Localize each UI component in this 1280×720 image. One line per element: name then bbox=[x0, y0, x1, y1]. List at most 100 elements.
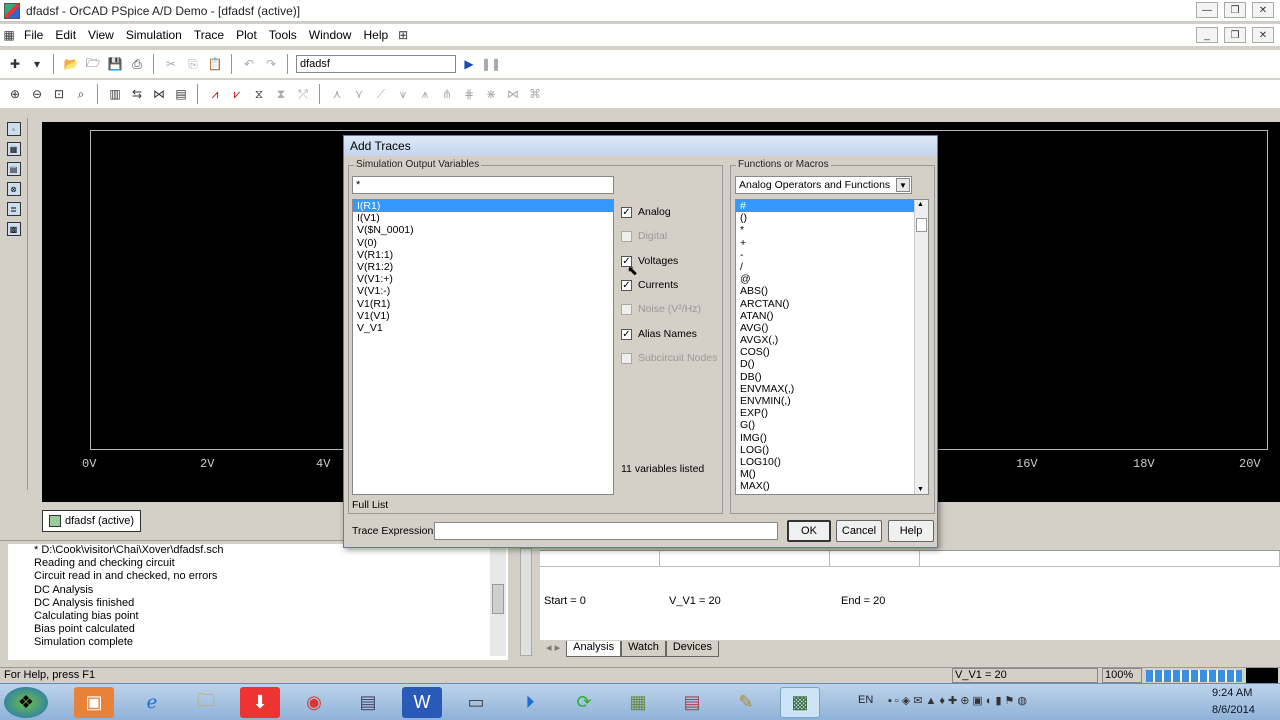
mdi-minimize-button[interactable]: _ bbox=[1196, 27, 1218, 43]
mdi-restore-button[interactable]: ❐ bbox=[1224, 27, 1246, 43]
tab-devices[interactable]: Devices bbox=[665, 641, 719, 657]
fourier-icon[interactable]: ⇆ bbox=[128, 85, 146, 103]
list-item[interactable]: ARCTAN() bbox=[736, 298, 928, 310]
zoom-area-icon[interactable]: ⊡ bbox=[50, 85, 68, 103]
list-item[interactable]: I(V1) bbox=[353, 212, 613, 224]
list-item[interactable]: COS() bbox=[736, 346, 928, 358]
minimize-button[interactable]: — bbox=[1196, 2, 1218, 18]
media-player-icon[interactable]: ▣ bbox=[74, 687, 114, 718]
cursor-icon[interactable]: ⧖ bbox=[250, 85, 268, 103]
list-item[interactable]: V(V1:+) bbox=[353, 273, 613, 285]
internet-explorer-icon[interactable]: ℯ bbox=[132, 687, 172, 718]
list-item[interactable]: - bbox=[736, 249, 928, 261]
functions-scrollbar[interactable]: ▲ ▼ bbox=[914, 200, 928, 494]
list-item[interactable]: AVGX(,) bbox=[736, 334, 928, 346]
print-icon[interactable]: ⎙ bbox=[128, 55, 146, 73]
menu-window[interactable]: Window bbox=[303, 28, 358, 42]
next-transition-icon[interactable]: ⋇ bbox=[482, 85, 500, 103]
list-item[interactable]: V(R1:1) bbox=[353, 249, 613, 261]
list-item[interactable]: () bbox=[736, 212, 928, 224]
word-icon[interactable]: W bbox=[402, 687, 442, 718]
list-item[interactable]: ABS() bbox=[736, 285, 928, 297]
label-icon[interactable]: ⤱ bbox=[294, 85, 312, 103]
scroll-down-icon[interactable]: ▼ bbox=[917, 486, 924, 493]
list-item[interactable]: G() bbox=[736, 419, 928, 431]
folder-icon[interactable]: ▭ bbox=[456, 687, 496, 718]
clock-date[interactable]: 8/6/2014 bbox=[1212, 704, 1255, 716]
cancel-button[interactable]: Cancel bbox=[836, 520, 882, 542]
mark-label-icon[interactable]: ⌘ bbox=[526, 85, 544, 103]
menu-view[interactable]: View bbox=[82, 28, 120, 42]
capture-icon[interactable]: ▤ bbox=[672, 687, 712, 718]
list-item[interactable]: V(R1:2) bbox=[353, 261, 613, 273]
list-item[interactable]: V(V1:-) bbox=[353, 285, 613, 297]
performance-icon[interactable]: ⋈ bbox=[150, 85, 168, 103]
start-button[interactable]: ❖ bbox=[4, 687, 48, 718]
list-item[interactable]: LOG() bbox=[736, 444, 928, 456]
list-item[interactable]: ENVMAX(,) bbox=[736, 383, 928, 395]
checkbox-subcircuit-nodes[interactable]: Subcircuit Nodes bbox=[621, 352, 717, 364]
chevron-down-icon[interactable]: ▼ bbox=[896, 178, 910, 192]
language-indicator[interactable]: EN bbox=[858, 694, 873, 706]
cursor-max-icon[interactable]: ⩚ bbox=[416, 85, 434, 103]
cursor-trough-icon[interactable]: ⋎ bbox=[350, 85, 368, 103]
ok-button[interactable]: OK bbox=[787, 520, 831, 542]
functions-combo[interactable]: Analog Operators and Functions ▼ bbox=[735, 176, 912, 194]
dropdown-icon[interactable]: ▾ bbox=[28, 55, 46, 73]
grid-icon[interactable]: ▩ bbox=[6, 222, 21, 236]
tab-analysis[interactable]: Analysis bbox=[566, 641, 622, 657]
checkbox-currents[interactable]: ✓ Currents bbox=[621, 279, 678, 291]
clock-time[interactable]: 9:24 AM bbox=[1212, 687, 1252, 699]
cut-icon[interactable]: ✂ bbox=[162, 55, 180, 73]
menu-file[interactable]: File bbox=[18, 28, 49, 42]
menu-tools[interactable]: Tools bbox=[263, 28, 303, 42]
menu-simulation[interactable]: Simulation bbox=[120, 28, 188, 42]
list-item[interactable]: ENVMIN(,) bbox=[736, 395, 928, 407]
zoom-out-icon[interactable]: ⊖ bbox=[28, 85, 46, 103]
simulation-combo[interactable]: dfadsf bbox=[296, 55, 456, 73]
download-icon[interactable]: ⬇ bbox=[240, 687, 280, 718]
chrome-icon[interactable]: ◉ bbox=[294, 687, 334, 718]
open-folder-icon[interactable]: 🗁 bbox=[84, 55, 102, 73]
restore-button[interactable]: ❐ bbox=[1224, 2, 1246, 18]
file-explorer-icon[interactable]: 🗀 bbox=[186, 687, 226, 718]
list-item[interactable]: @ bbox=[736, 273, 928, 285]
list-item[interactable]: + bbox=[736, 237, 928, 249]
pause-icon[interactable]: ❚❚ bbox=[481, 55, 501, 73]
link-icon[interactable]: ⊗ bbox=[6, 182, 21, 196]
list-item[interactable]: V($N_0001) bbox=[353, 224, 613, 236]
mark-icon[interactable]: ⧗ bbox=[272, 85, 290, 103]
checkbox-alias-names[interactable]: ✓ Alias Names bbox=[621, 328, 697, 340]
splitter-scrollbar[interactable] bbox=[520, 548, 532, 656]
zoom-fit-icon[interactable]: ⌕ bbox=[72, 85, 90, 103]
list-item[interactable]: I(R1) bbox=[353, 200, 613, 213]
list-item[interactable]: MAX() bbox=[736, 480, 928, 492]
list-item[interactable]: V1(R1) bbox=[353, 298, 613, 310]
redo-icon[interactable]: ↷ bbox=[262, 55, 280, 73]
list-item[interactable]: V_V1 bbox=[353, 322, 613, 334]
log-y-icon[interactable]: ▤ bbox=[172, 85, 190, 103]
list-item[interactable]: ATAN() bbox=[736, 310, 928, 322]
media-play-icon[interactable]: ⏵ bbox=[510, 687, 550, 718]
scroll-thumb[interactable] bbox=[916, 218, 927, 232]
schematic-icon[interactable]: ▦ bbox=[618, 687, 658, 718]
list-item[interactable]: EXP() bbox=[736, 407, 928, 419]
probe-icon[interactable]: ◦ bbox=[6, 122, 21, 136]
filter-input[interactable]: * bbox=[352, 176, 614, 194]
new-icon[interactable]: ✚ bbox=[6, 55, 24, 73]
checkbox-analog[interactable]: ✓ Analog bbox=[621, 206, 671, 218]
checkbox-noise[interactable]: Noise (V²/Hz) bbox=[621, 303, 701, 315]
scroll-up-icon[interactable]: ▲ bbox=[917, 201, 924, 208]
menu-trace[interactable]: Trace bbox=[188, 28, 230, 42]
help-button[interactable]: Help bbox=[888, 520, 934, 542]
network-icon[interactable]: ▤ bbox=[348, 687, 388, 718]
pspice-taskbar-icon[interactable]: ▩ bbox=[780, 687, 820, 718]
undo-icon[interactable]: ↶ bbox=[240, 55, 258, 73]
editor-icon[interactable]: ✎ bbox=[726, 687, 766, 718]
list-item[interactable]: V1(V1) bbox=[353, 310, 613, 322]
open-icon[interactable]: 📂 bbox=[62, 55, 80, 73]
copy-icon[interactable]: ⎘ bbox=[184, 55, 202, 73]
cursor-peak-icon[interactable]: ⋏ bbox=[328, 85, 346, 103]
save-icon[interactable]: 💾 bbox=[106, 55, 124, 73]
list-item[interactable]: V(0) bbox=[353, 237, 613, 249]
